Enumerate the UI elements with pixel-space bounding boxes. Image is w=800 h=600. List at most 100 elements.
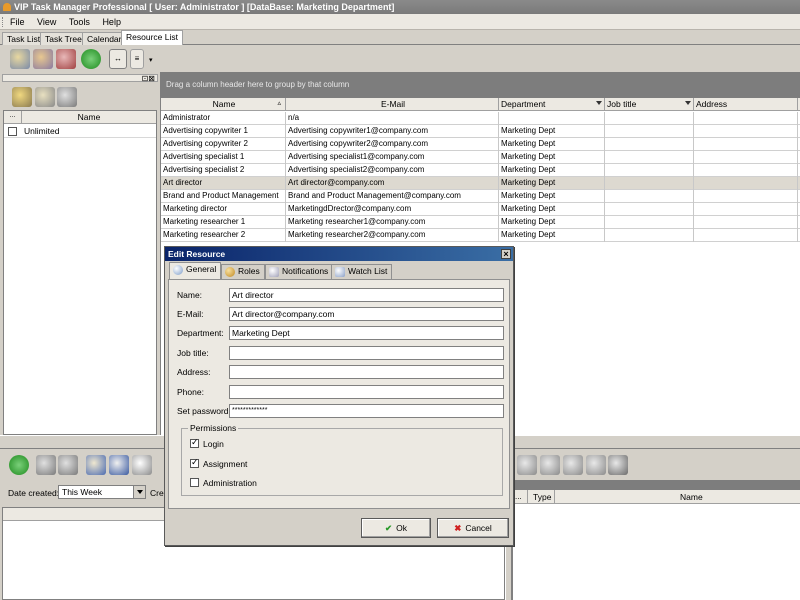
cell-job [605, 138, 694, 151]
date-created-select[interactable]: This Week [58, 485, 146, 499]
cell-email: Advertising copywriter2@company.com [286, 138, 499, 151]
cell-name: Administrator [161, 112, 286, 125]
cell-email: Brand and Product Management@company.com [286, 190, 499, 203]
lock-icon[interactable] [608, 455, 628, 475]
delete-group-icon[interactable] [57, 87, 77, 107]
column-header-dots[interactable]: ... [515, 492, 522, 501]
table-row[interactable]: Marketing researcher 1 Marketing research… [161, 216, 800, 229]
address-field[interactable] [229, 365, 504, 379]
hide-icon[interactable] [58, 455, 78, 475]
cell-address [694, 203, 798, 216]
login-label: Login [203, 439, 224, 449]
assignment-checkbox[interactable] [190, 457, 199, 468]
tab-general[interactable]: General [169, 262, 222, 280]
group-list-name-column[interactable]: Name [24, 112, 154, 122]
column-header-type[interactable]: Type [533, 492, 551, 502]
table-row[interactable]: Administrator n/a [161, 112, 800, 125]
login-checkbox[interactable] [190, 437, 199, 448]
column-header-address[interactable]: Address [694, 98, 798, 111]
cell-job [605, 177, 694, 190]
general-icon [173, 265, 183, 275]
name-field[interactable]: Art director [229, 288, 504, 302]
administration-checkbox[interactable] [190, 478, 199, 487]
table-row[interactable]: Advertising specialist 1 Advertising spec… [161, 151, 800, 164]
user-icon[interactable] [586, 455, 606, 475]
cell-dept: Marketing Dept [499, 203, 605, 216]
permissions-group: Permissions Login Assignment Administrat… [181, 423, 503, 496]
column-header-email[interactable]: E-Mail [286, 98, 499, 111]
cell-job [605, 229, 694, 242]
tab-task-tree[interactable]: Task Tree [40, 32, 87, 45]
tab-roles[interactable]: Roles [221, 264, 265, 279]
fit-columns-icon[interactable]: ↔ [109, 49, 127, 69]
toolbar-dropdown-icon[interactable]: ▾ [149, 56, 153, 64]
menu-view[interactable]: View [31, 14, 60, 27]
menu-help[interactable]: Help [96, 14, 125, 27]
edit-resource-icon[interactable] [33, 49, 53, 69]
group-by-area[interactable]: Drag a column header here to group by th… [160, 72, 800, 98]
cell-address [694, 164, 798, 177]
tab-task-list[interactable]: Task List [2, 32, 46, 45]
department-label: Department: [177, 328, 224, 338]
department-field[interactable]: Marketing Dept [229, 326, 504, 340]
cell-email: Advertising copywriter1@company.com [286, 125, 499, 138]
column-chooser-icon[interactable]: ≡ [130, 49, 144, 69]
tab-calendar[interactable]: Calendar [82, 32, 127, 45]
tab-watch-list[interactable]: Watch List [331, 264, 393, 279]
cancel-button[interactable]: ✖ Cancel [437, 518, 509, 538]
job-title-field[interactable] [229, 346, 504, 360]
refresh-icon[interactable] [9, 455, 29, 475]
filter-dropdown-icon[interactable] [685, 101, 691, 105]
chevron-down-icon[interactable] [133, 486, 145, 498]
delete-resource-icon[interactable] [56, 49, 76, 69]
table-row[interactable]: Art director Art director@company.com Mark… [161, 177, 800, 190]
email-label: E-Mail: [177, 309, 204, 319]
phone-label: Phone: [177, 387, 204, 397]
column-header-name[interactable]: Name ▵ [161, 98, 286, 111]
window-title: VIP Task Manager Professional [ User: Ad… [14, 2, 395, 12]
edit-group-icon[interactable] [35, 87, 55, 107]
group-list-dots-column[interactable]: ... [4, 111, 22, 124]
group-checkbox[interactable] [8, 127, 17, 136]
cancel-label: Cancel [465, 523, 492, 533]
cell-address [694, 151, 798, 164]
cell-email: Marketing researcher2@company.com [286, 229, 499, 242]
tab-resource-list[interactable]: Resource List [121, 30, 183, 45]
cell-dept: Marketing Dept [499, 229, 605, 242]
edit-task-icon[interactable] [109, 455, 129, 475]
close-icon[interactable]: × [501, 249, 511, 259]
add-group-icon[interactable] [12, 87, 32, 107]
table-row[interactable]: Marketing director MarketingdDrector@comp… [161, 203, 800, 216]
assign-icon[interactable] [517, 455, 537, 475]
column-header-department[interactable]: Department [499, 98, 605, 111]
notes-icon[interactable] [132, 455, 152, 475]
cell-email: Advertising specialist1@company.com [286, 151, 499, 164]
filter-dropdown-icon[interactable] [596, 101, 602, 105]
cell-dept: Marketing Dept [499, 151, 605, 164]
dialog-title-bar[interactable]: Edit Resource × [165, 247, 513, 261]
email-field[interactable]: Art director@company.com [229, 307, 504, 321]
add-resource-icon[interactable] [10, 49, 30, 69]
resource-tasks-group-bar[interactable] [512, 480, 800, 490]
table-row[interactable]: Marketing researcher 2 Marketing research… [161, 229, 800, 242]
view-icon[interactable] [36, 455, 56, 475]
edit-assign-icon[interactable] [540, 455, 560, 475]
panel-pin-close-icon[interactable]: ⊡⊠ [142, 74, 155, 83]
column-header-name[interactable]: Name [680, 492, 703, 502]
column-header-job-title[interactable]: Job title [605, 98, 694, 111]
phone-field[interactable] [229, 385, 504, 399]
remove-assign-icon[interactable] [563, 455, 583, 475]
table-row[interactable]: Advertising copywriter 2 Advertising copy… [161, 138, 800, 151]
cell-dept: Marketing Dept [499, 177, 605, 190]
group-hint: Drag a column header here to group by th… [166, 80, 350, 89]
list-item[interactable]: Unlimited [4, 125, 156, 138]
refresh-icon[interactable] [81, 49, 101, 69]
ok-button[interactable]: ✔ Ok [361, 518, 431, 538]
add-task-icon[interactable] [86, 455, 106, 475]
menu-tools[interactable]: Tools [63, 14, 94, 27]
table-row[interactable]: Advertising copywriter 1 Advertising copy… [161, 125, 800, 138]
password-field[interactable]: ************* [229, 404, 504, 418]
table-row[interactable]: Brand and Product Management Brand and Pr… [161, 190, 800, 203]
table-row[interactable]: Advertising specialist 2 Advertising spec… [161, 164, 800, 177]
tab-notifications[interactable]: Notifications [265, 264, 334, 279]
